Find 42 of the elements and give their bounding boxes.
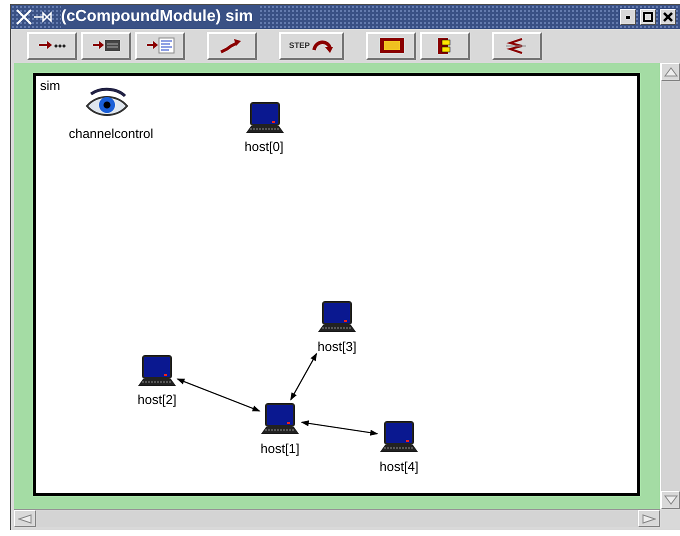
node-label: host[4] [379, 459, 419, 474]
up-triangle-icon [664, 67, 678, 77]
close-button[interactable] [660, 9, 676, 25]
horizontal-scrollbar[interactable] [14, 509, 660, 527]
toolbar-button[interactable] [492, 32, 542, 60]
close-icon [663, 12, 673, 22]
x-logo-icon [15, 9, 53, 25]
left-triangle-icon [18, 514, 32, 524]
computer-icon[interactable] [246, 102, 284, 133]
node-label: channelcontrol [68, 126, 154, 141]
minimize-button[interactable] [620, 9, 636, 25]
toolbar-button[interactable] [135, 32, 185, 60]
toolbar-button[interactable] [27, 32, 77, 60]
toolbar-button[interactable] [81, 32, 131, 60]
eye-icon[interactable] [86, 88, 128, 116]
minimize-icon [624, 13, 632, 21]
computer-icon[interactable] [261, 403, 299, 434]
scroll-up-button[interactable] [661, 63, 680, 81]
curved-arrow-icon [312, 38, 334, 54]
scroll-down-button[interactable] [661, 491, 680, 509]
computer-icon[interactable] [380, 421, 418, 452]
window-title: (cCompoundModule) sim [61, 5, 259, 29]
computer-icon[interactable] [138, 355, 176, 386]
scroll-right-button[interactable] [638, 510, 660, 527]
node-label: host[1] [260, 441, 300, 456]
node-label: host[2] [137, 392, 177, 407]
link-arrow [290, 352, 318, 401]
down-triangle-icon [664, 495, 678, 505]
node-label: host[0] [244, 139, 284, 154]
maximize-icon [643, 12, 653, 22]
toolbar-button[interactable] [366, 32, 416, 60]
node-label: host[3] [317, 339, 357, 354]
maximize-button[interactable] [640, 9, 656, 25]
module-label: sim [40, 78, 60, 93]
toolbar-button[interactable] [420, 32, 470, 60]
step-button[interactable]: STEP [279, 32, 344, 60]
vertical-scrollbar[interactable] [660, 63, 680, 509]
scroll-left-button[interactable] [14, 510, 36, 527]
computer-icon[interactable] [318, 301, 356, 332]
right-triangle-icon [642, 514, 656, 524]
toolbar-button[interactable] [207, 32, 257, 60]
arrow-list-icon [145, 37, 175, 55]
